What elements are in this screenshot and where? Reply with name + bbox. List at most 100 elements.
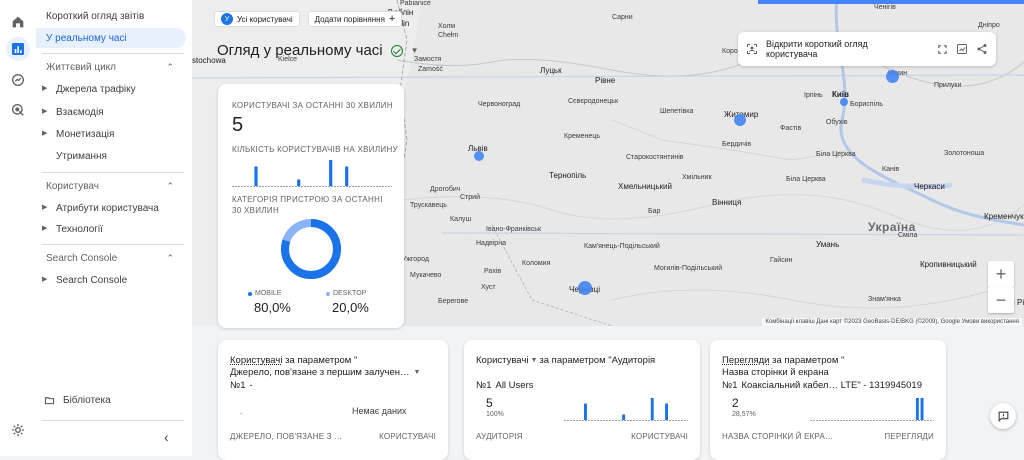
user-location-dot[interactable]	[474, 151, 484, 161]
card-metric-link[interactable]: Перегляди	[722, 355, 769, 366]
caret-right-icon: ▶	[42, 276, 48, 283]
card-title: Перегляди за параметром "	[722, 355, 932, 367]
nav-library[interactable]: Бібліотека	[36, 390, 186, 410]
add-comparison-label: Додати порівняння	[314, 14, 385, 24]
nav-divider	[42, 53, 184, 54]
check-circle-icon	[390, 44, 403, 57]
card-dimension-dropdown[interactable]: Джерело, пов'язане з першим залучен… ▼	[230, 367, 420, 378]
map-label: Кременець	[564, 133, 600, 140]
share-icon[interactable]	[976, 43, 988, 55]
bar[interactable]	[297, 179, 301, 187]
settings-gear-icon[interactable]	[6, 418, 30, 442]
map-label: Червоноград	[478, 101, 521, 108]
card-col-left[interactable]: НАЗВА СТОРІНКИ Й ЕКРА…	[722, 432, 833, 441]
user-location-dot[interactable]	[886, 70, 899, 83]
nav-section-label: Search Console	[46, 252, 118, 264]
card-dimension-label[interactable]: Назва сторінки й екрана	[722, 367, 829, 378]
caret-down-icon: ▼	[530, 357, 538, 364]
nav-section-search-console[interactable]: Search Console ⌃	[36, 249, 186, 267]
reports-icon[interactable]	[6, 37, 30, 61]
mobile-percent: 80,0%	[254, 300, 291, 315]
card-sparkbar-chart[interactable]	[810, 396, 934, 422]
collapse-nav-chevron-icon[interactable]: ‹	[164, 429, 169, 445]
card-title-text: за параметром "Аудиторія	[539, 355, 656, 366]
map-label: Черкаси	[914, 182, 945, 191]
bar[interactable]	[650, 398, 654, 420]
device-donut-chart[interactable]	[280, 218, 342, 280]
snapshot-toolbar: Відкрити короткий огляд користувача	[738, 32, 996, 66]
caret-down-icon[interactable]: ▼	[411, 46, 419, 55]
nav-item-engagement[interactable]: ▶ Взаємодія	[36, 102, 186, 122]
bar[interactable]	[584, 403, 587, 421]
bar[interactable]	[665, 403, 668, 421]
feedback-button[interactable]	[990, 403, 1016, 429]
map-label: Мукачево	[410, 272, 442, 279]
nav-section-user[interactable]: Користувач ⌃	[36, 177, 186, 195]
caret-right-icon: ▶	[42, 225, 48, 232]
card-col-left[interactable]: ДЖЕРЕЛО, ПОВ'ЯЗАНЕ З …	[230, 432, 342, 441]
map-label: Ужгород	[402, 256, 429, 263]
card-big-value: 5	[486, 396, 493, 410]
users-30min-value: 5	[232, 114, 244, 136]
nav-item-user-attributes[interactable]: ▶ Атрибути користувача	[36, 198, 186, 218]
bar[interactable]	[329, 160, 333, 186]
bar[interactable]	[254, 166, 258, 187]
card-top-row: №1 All Users	[476, 380, 534, 391]
card-title-text: за параметром "	[769, 355, 845, 366]
zoom-in-button[interactable]: +	[988, 261, 1014, 287]
zoom-out-button[interactable]: −	[988, 287, 1014, 313]
nav-realtime[interactable]: У реальному часі	[36, 28, 186, 48]
user-location-dot[interactable]	[578, 281, 592, 295]
nav-item-retention[interactable]: Утримання	[36, 146, 186, 166]
card-dimension-label: Джерело, пов'язане з першим залучен…	[230, 367, 410, 378]
map-city-label: Київ	[832, 90, 849, 99]
feedback-icon	[998, 411, 1008, 422]
bar[interactable]	[345, 166, 349, 187]
bar[interactable]	[622, 414, 626, 421]
card-col-right[interactable]: КОРИСТУВАЧІ	[631, 432, 688, 441]
map-label: Біла Церква	[816, 151, 856, 158]
home-icon[interactable]	[6, 10, 30, 34]
nav-item-label: Монетизація	[56, 128, 115, 140]
map-label: Вінниця	[712, 198, 742, 207]
explore-icon[interactable]	[6, 68, 30, 92]
card-percent: 28,57%	[732, 411, 756, 418]
legend-desktop-label: DESKTOP	[333, 290, 367, 297]
map-label: Дніпро	[978, 22, 1000, 29]
nav-item-traffic-sources[interactable]: ▶ Джерела трафіку	[36, 79, 186, 99]
map-label: Обухів	[826, 119, 848, 126]
nav-item-monetization[interactable]: ▶ Монетизація	[36, 124, 186, 144]
card-rank: №1	[230, 380, 246, 391]
user-location-dot[interactable]	[734, 114, 746, 126]
nav-item-search-console[interactable]: ▶ Search Console	[36, 270, 186, 290]
map-label: Канів	[882, 166, 900, 173]
nav-section-lifecycle[interactable]: Життєвий цикл ⌃	[36, 58, 186, 76]
legend-desktop-swatch	[326, 291, 330, 296]
users-30min-label: Користувачі за останні 30 хвилин	[232, 101, 393, 110]
nav-item-tech[interactable]: ▶ Технології	[36, 219, 186, 239]
card-sparkbar-chart[interactable]	[564, 396, 688, 422]
advertising-icon[interactable]	[6, 98, 30, 122]
card-col-left[interactable]: АУДИТОРІЯ	[476, 432, 523, 441]
views-by-page-card: Перегляди за параметром " Назва сторінки…	[710, 340, 946, 460]
bar[interactable]	[915, 398, 919, 420]
open-snapshot-link[interactable]: Відкрити короткий огляд користувача	[766, 39, 921, 59]
card-metric-link[interactable]: Користувачі	[230, 355, 282, 366]
map-label: Гайсин	[770, 257, 793, 264]
card-col-right[interactable]: ПЕРЕГЛЯДИ	[884, 432, 934, 441]
add-comparison-button[interactable]: Додати порівняння +	[307, 11, 403, 27]
map-label: Ірпінь	[804, 92, 823, 99]
bar[interactable]	[920, 398, 924, 420]
fullscreen-icon[interactable]	[937, 44, 948, 55]
nav-section-label: Життєвий цикл	[46, 61, 116, 73]
map-label: Бар	[648, 208, 661, 215]
segment-chip[interactable]: У Усі користувачі	[214, 11, 300, 27]
user-location-dot[interactable]	[840, 98, 848, 106]
map-label: Коломия	[522, 260, 551, 267]
nav-report-snapshot[interactable]: Короткий огляд звітів	[36, 6, 186, 26]
card-col-right[interactable]: КОРИСТУВАЧІ	[379, 432, 436, 441]
caret-right-icon: ▶	[42, 130, 48, 137]
insights-icon[interactable]	[956, 43, 968, 55]
card-metric-dropdown[interactable]: Користувачі	[476, 355, 528, 367]
users-per-minute-chart[interactable]	[232, 158, 392, 188]
